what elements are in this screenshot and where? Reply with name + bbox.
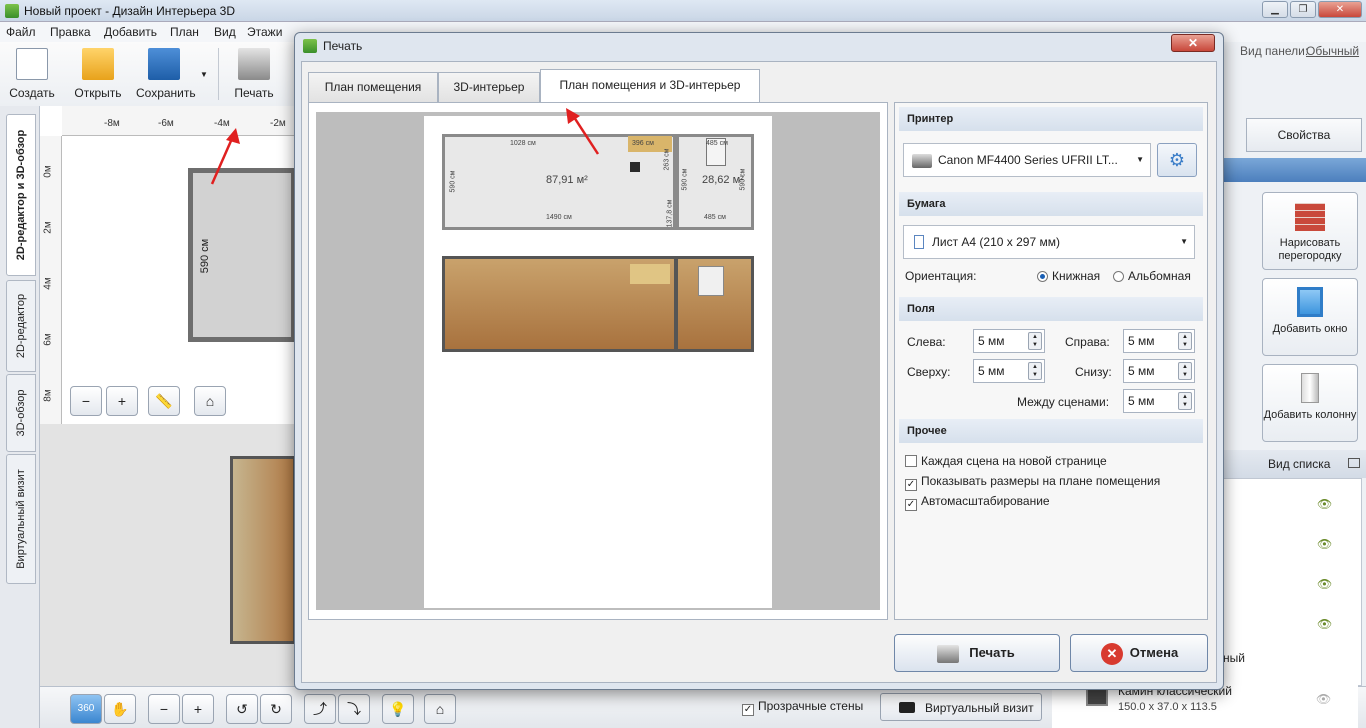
- annotation-arrowhead: [226, 128, 240, 144]
- annotation-arrow: [570, 113, 600, 155]
- annotation-arrow: [210, 133, 236, 185]
- annotation-arrows: [210, 108, 600, 185]
